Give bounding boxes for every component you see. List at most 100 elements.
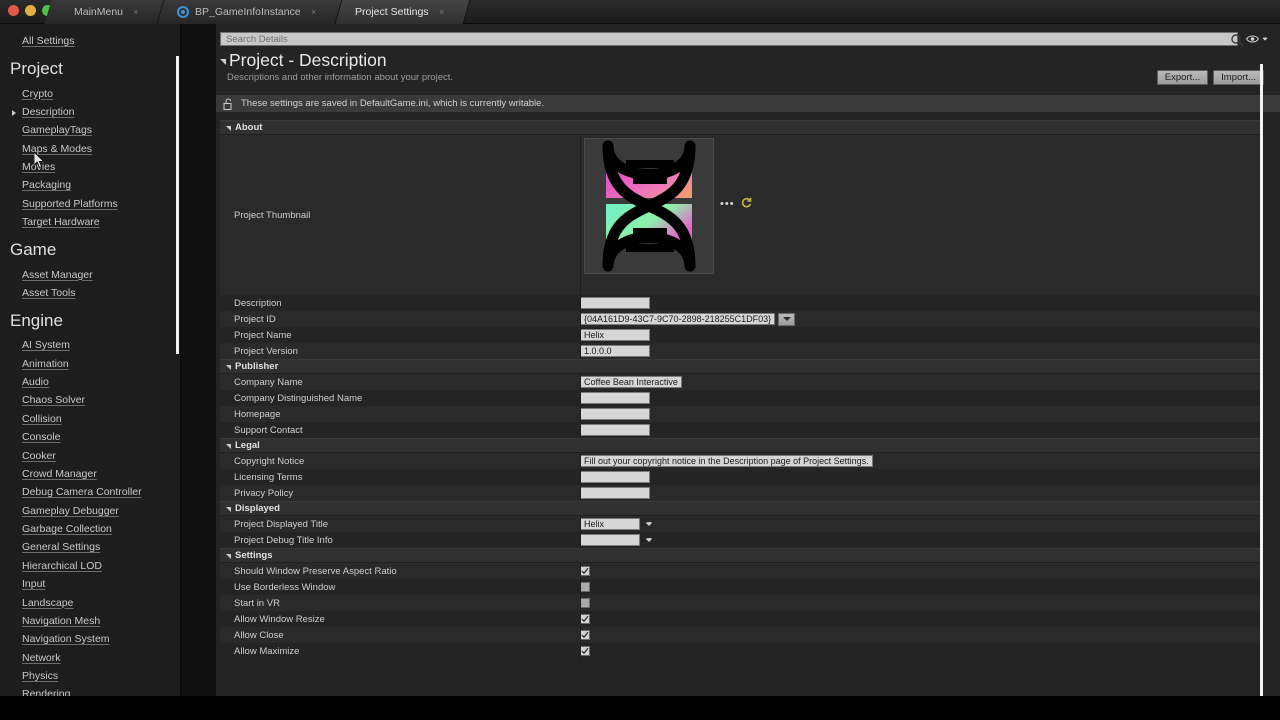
project-displayed-title-field[interactable]: Helix — [580, 518, 640, 530]
sidebar-item-cooker[interactable]: Cooker — [0, 446, 180, 464]
project-debug-title-info-field[interactable] — [580, 534, 640, 546]
column-splitter[interactable] — [580, 516, 581, 532]
column-splitter[interactable] — [580, 311, 581, 327]
column-splitter[interactable] — [580, 343, 581, 359]
column-splitter[interactable] — [580, 406, 581, 422]
use-borderless-window-checkbox[interactable] — [580, 582, 590, 592]
sidebar-item-asset-tools[interactable]: Asset Tools — [0, 284, 180, 302]
copyright-notice-field[interactable]: Fill out your copyright notice in the De… — [580, 455, 873, 467]
licensing-terms-field[interactable] — [580, 471, 650, 483]
sidebar-item-packaging[interactable]: Packaging — [0, 176, 180, 194]
column-splitter[interactable] — [580, 563, 581, 579]
thumbnail-controls: ••• — [720, 195, 752, 213]
column-splitter[interactable] — [580, 485, 581, 501]
ellipsis-icon[interactable]: ••• — [720, 199, 735, 210]
project-thumbnail-image[interactable] — [584, 138, 714, 274]
import-button[interactable]: Import... — [1213, 70, 1264, 85]
sidebar-item-all-settings[interactable]: All Settings — [0, 32, 180, 50]
sidebar-item-ai-system[interactable]: AI System — [0, 336, 180, 354]
export-button[interactable]: Export... — [1156, 70, 1209, 85]
close-window-button[interactable] — [8, 5, 19, 16]
column-splitter[interactable] — [580, 453, 581, 469]
sidebar-item-gameplay-debugger[interactable]: Gameplay Debugger — [0, 502, 180, 520]
sidebar-item-supported-platforms[interactable]: Supported Platforms — [0, 195, 180, 213]
sidebar-item-navigation-mesh[interactable]: Navigation Mesh — [0, 612, 180, 630]
sidebar-item-audio[interactable]: Audio — [0, 373, 180, 391]
sidebar-item-console[interactable]: Console — [0, 428, 180, 446]
category-about[interactable]: About — [220, 120, 1260, 135]
dropdown-button[interactable] — [778, 312, 795, 326]
sidebar-item-gameplaytags[interactable]: GameplayTags — [0, 121, 180, 139]
minimize-window-button[interactable] — [25, 5, 36, 16]
sidebar-item-chaos-solver[interactable]: Chaos Solver — [0, 391, 180, 409]
tab-project-settings[interactable]: Project Settings × — [335, 0, 471, 24]
tab-mainmenu[interactable]: MainMenu × — [44, 0, 165, 24]
allow-window-resize-checkbox[interactable] — [580, 614, 590, 624]
sidebar-item-crowd-manager[interactable]: Crowd Manager — [0, 465, 180, 483]
sidebar-item-collision[interactable]: Collision — [0, 410, 180, 428]
collapse-caret-icon[interactable] — [220, 59, 226, 65]
sidebar-item-crypto[interactable]: Crypto — [0, 84, 180, 102]
homepage-field[interactable] — [580, 408, 650, 420]
row-use-borderless-window: Use Borderless Window — [220, 579, 1260, 595]
view-options-button[interactable] — [1246, 34, 1269, 44]
chevron-down-icon — [782, 317, 791, 321]
settings-sidebar[interactable]: All Settings Project Crypto Description Game… — [0, 24, 180, 700]
reset-arrow-icon[interactable] — [741, 195, 752, 213]
category-publisher[interactable]: Publisher — [220, 359, 1260, 374]
column-splitter[interactable] — [580, 595, 581, 611]
sidebar-item-maps-modes[interactable]: Maps & Modes — [0, 140, 180, 158]
sidebar-item-landscape[interactable]: Landscape — [0, 593, 180, 611]
sidebar-item-input[interactable]: Input — [0, 575, 180, 593]
sidebar-item-asset-manager[interactable]: Asset Manager — [0, 265, 180, 283]
sidebar-item-garbage-collection[interactable]: Garbage Collection — [0, 520, 180, 538]
privacy-policy-field[interactable] — [580, 487, 650, 499]
column-splitter[interactable] — [580, 135, 581, 295]
category-legal[interactable]: Legal — [220, 438, 1260, 453]
description-field[interactable] — [580, 297, 650, 309]
category-displayed[interactable]: Displayed — [220, 501, 1260, 516]
column-splitter[interactable] — [580, 643, 581, 659]
column-splitter[interactable] — [580, 327, 581, 343]
company-name-field[interactable]: Coffee Bean Interactive — [580, 376, 682, 388]
chevron-down-icon[interactable] — [645, 522, 653, 526]
column-splitter[interactable] — [580, 295, 581, 311]
company-distinguished-name-field[interactable] — [580, 392, 650, 404]
support-contact-field[interactable] — [580, 424, 650, 436]
should-window-preserve-aspect-ratio-checkbox[interactable] — [580, 566, 590, 576]
sidebar-item-animation[interactable]: Animation — [0, 355, 180, 373]
sidebar-scrollbar[interactable] — [176, 56, 179, 354]
close-icon[interactable]: × — [133, 7, 138, 17]
details-scrollbar[interactable] — [1260, 64, 1263, 720]
column-splitter[interactable] — [580, 627, 581, 643]
sidebar-item-physics[interactable]: Physics — [0, 667, 180, 685]
category-settings[interactable]: Settings — [220, 548, 1260, 563]
search-details-input[interactable]: Search Details — [220, 32, 1238, 46]
sidebar-item-hierarchical-lod[interactable]: Hierarchical LOD — [0, 557, 180, 575]
column-splitter[interactable] — [580, 611, 581, 627]
sidebar-item-debug-camera-controller[interactable]: Debug Camera Controller — [0, 483, 180, 501]
chevron-down-icon[interactable] — [645, 538, 653, 542]
column-splitter[interactable] — [580, 532, 581, 548]
allow-maximize-checkbox[interactable] — [580, 646, 590, 656]
column-splitter[interactable] — [580, 390, 581, 406]
project-id-field[interactable]: {04A161D9-43C7-9C70-2898-218255C1DF03} — [580, 313, 775, 325]
column-splitter[interactable] — [580, 579, 581, 595]
project-name-field[interactable]: Helix — [580, 329, 650, 341]
close-icon[interactable]: × — [311, 7, 316, 17]
sidebar-item-navigation-system[interactable]: Navigation System — [0, 630, 180, 648]
project-version-field[interactable]: 1.0.0.0 — [580, 345, 650, 357]
tab-bp-gameinfoinstance[interactable]: BP_GameInfoInstance × — [157, 0, 343, 24]
sidebar-item-description[interactable]: Description — [0, 103, 180, 121]
allow-close-checkbox[interactable] — [580, 630, 590, 640]
close-icon[interactable]: × — [439, 7, 444, 17]
sidebar-item-network[interactable]: Network — [0, 649, 180, 667]
column-splitter[interactable] — [580, 374, 581, 390]
sidebar-item-general-settings[interactable]: General Settings — [0, 538, 180, 556]
sidebar-item-target-hardware[interactable]: Target Hardware — [0, 213, 180, 231]
sidebar-item-movies[interactable]: Movies — [0, 158, 180, 176]
column-splitter[interactable] — [580, 422, 581, 438]
magnifier-icon[interactable] — [1230, 33, 1244, 47]
start-in-vr-checkbox[interactable] — [580, 598, 590, 608]
column-splitter[interactable] — [580, 469, 581, 485]
